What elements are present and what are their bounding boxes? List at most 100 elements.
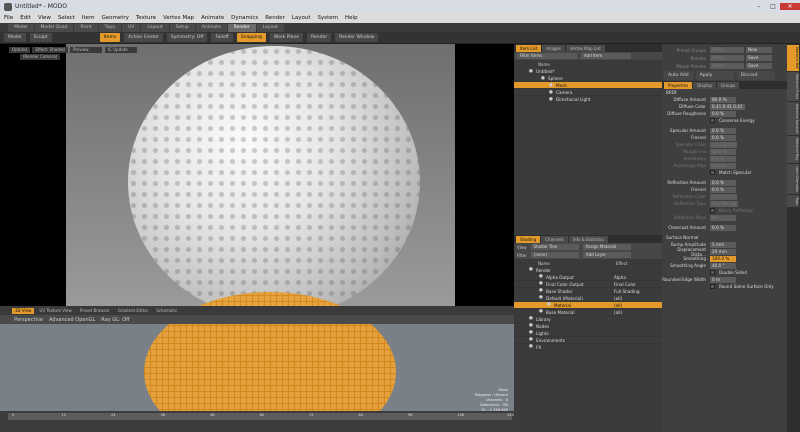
viewport-option-2[interactable]: Ray GL: Off — [101, 317, 129, 323]
apply-button[interactable]: Apply — [695, 71, 734, 80]
property-value[interactable]: 0.0 % — [710, 224, 736, 231]
vertical-tab-0[interactable]: Material Ref — [787, 45, 799, 71]
eye-icon[interactable]: ● — [548, 97, 554, 103]
item-row[interactable]: ● Untitled* — [514, 68, 662, 75]
shader-row[interactable]: ● Final Color Output Final Color — [514, 281, 662, 288]
shader-row[interactable]: ● Environments — [514, 337, 662, 344]
property-value[interactable]: 64 — [710, 214, 736, 221]
auto-add-button[interactable]: Auto Add — [664, 71, 693, 80]
sculpt-button[interactable]: Sculpt — [29, 33, 52, 42]
action-center-dropdown[interactable]: Action Center — [124, 33, 163, 42]
render-window-button[interactable]: Render Window — [335, 33, 379, 42]
viewport-effect-dropdown[interactable]: Effect: Shaded — [32, 47, 68, 53]
menu-dynamics[interactable]: Dynamics — [231, 15, 258, 21]
add-item-button[interactable]: Add Item — [581, 53, 631, 59]
item-row[interactable]: ● Sphere — [514, 75, 662, 82]
eye-icon[interactable]: ● — [546, 302, 552, 308]
property-value[interactable]: 0.0 % — [710, 134, 736, 141]
properties-tab-2[interactable]: Groups — [716, 81, 740, 89]
menu-vertex-map[interactable]: Vertex Map — [163, 15, 194, 21]
eye-icon[interactable]: ● — [538, 288, 544, 294]
shader-row[interactable]: ● Material (all) — [514, 302, 662, 309]
menu-render[interactable]: Render — [265, 15, 285, 21]
eye-icon[interactable]: ● — [538, 309, 544, 315]
bottom-tab-0[interactable]: 3D View — [12, 307, 35, 314]
vertical-tab-5[interactable]: Tags — [787, 194, 799, 207]
layout-tab-7[interactable]: Animate — [195, 23, 227, 32]
preset-select[interactable]: Select — [710, 55, 744, 61]
layout-tab-2[interactable]: Paint — [74, 23, 98, 32]
vertical-tab-2[interactable]: Material Subsurf — [787, 101, 799, 136]
property-value[interactable]: 100.0 % — [710, 255, 736, 262]
layout-tab-1[interactable]: Model Quad — [34, 23, 74, 32]
vertical-tab-4[interactable]: User Channels — [787, 163, 799, 194]
shading-tab-2[interactable]: Info & Statistics — [568, 235, 609, 243]
property-value[interactable]: 0.41 0.41 0.41 — [710, 103, 745, 110]
shader-row[interactable]: ● Default (Material) (all) — [514, 295, 662, 302]
item-list-tab-1[interactable]: Images — [542, 44, 565, 52]
shader-row[interactable]: ● FX — [514, 344, 662, 351]
ic-update-button[interactable]: IC Update — [105, 47, 137, 53]
property-value[interactable]: 1.0 1.0 1.0 — [710, 193, 737, 200]
eye-icon[interactable]: ● — [528, 316, 534, 322]
shader-row[interactable]: ● Base Material (all) — [514, 309, 662, 316]
shader-row[interactable]: ● Render — [514, 267, 662, 274]
eye-icon[interactable]: ● — [538, 281, 544, 287]
snapping-button[interactable]: Snapping — [236, 33, 266, 42]
property-value[interactable]: 1.0 1.0 1.0 — [710, 141, 737, 148]
checkbox[interactable] — [710, 208, 715, 213]
menu-system[interactable]: System — [318, 15, 339, 21]
shading-tab-1[interactable]: Channels — [541, 235, 568, 243]
property-value[interactable]: 0.0 % — [710, 179, 736, 186]
item-filter-field[interactable]: Filter Items — [517, 53, 577, 59]
item-row[interactable]: ● Directional Light — [514, 96, 662, 103]
bottom-tab-2[interactable]: Preset Browser — [76, 307, 113, 314]
property-value[interactable]: 0.0 % — [710, 127, 736, 134]
render-button[interactable]: Render — [307, 33, 332, 42]
shader-row[interactable]: ● Lights — [514, 330, 662, 337]
property-value[interactable]: (none) — [710, 162, 736, 169]
checkbox[interactable] — [710, 270, 715, 275]
layout-tab-3[interactable]: Topo — [98, 23, 121, 32]
discard-button[interactable]: Discard — [736, 71, 775, 80]
items-button[interactable]: Items — [99, 33, 121, 42]
viewport-camera-label[interactable]: (Render Camera) — [20, 54, 61, 60]
work-plane-button[interactable]: Work Plane — [269, 33, 304, 42]
minimize-button[interactable]: – — [752, 3, 766, 10]
property-value[interactable]: 0.0 % — [710, 186, 736, 193]
eye-icon[interactable]: ● — [528, 344, 534, 350]
bottom-tab-1[interactable]: UV Texture View — [36, 307, 75, 314]
vertical-tab-1[interactable]: Material Trans — [787, 71, 799, 101]
viewport-options-button[interactable]: Options — [9, 47, 31, 53]
menu-geometry[interactable]: Geometry — [101, 15, 128, 21]
add-layer-button[interactable]: Add Layer — [582, 252, 631, 258]
layout-tab-9[interactable]: Layout — [256, 23, 284, 32]
shader-row[interactable]: ● Nodes — [514, 323, 662, 330]
preset-select[interactable]: Select — [710, 47, 744, 53]
vertical-tab-3[interactable]: Material Ray — [787, 136, 799, 163]
eye-icon[interactable]: ● — [538, 295, 544, 301]
preset-action[interactable]: New — [746, 47, 772, 53]
menu-file[interactable]: File — [4, 15, 13, 21]
menu-select[interactable]: Select — [58, 15, 75, 21]
eye-icon[interactable]: ● — [528, 69, 534, 75]
maximize-button[interactable]: □ — [766, 3, 780, 10]
property-value[interactable]: 5 mm — [710, 241, 736, 248]
checkbox[interactable] — [710, 118, 715, 123]
item-row[interactable]: ● Camera — [514, 89, 662, 96]
property-value[interactable]: 40.0 ° — [710, 262, 736, 269]
eye-icon[interactable]: ● — [528, 267, 534, 273]
shader-row[interactable]: ● Library — [514, 316, 662, 323]
menu-view[interactable]: View — [38, 15, 51, 21]
shader-tree-dropdown[interactable]: Shader Tree — [530, 244, 579, 250]
menu-help[interactable]: Help — [345, 15, 358, 21]
timeline-ruler[interactable]: 0 12 24 36 48 60 72 84 96 108 120 — [8, 413, 514, 420]
properties-tab-1[interactable]: Display — [693, 81, 716, 89]
preview-button[interactable]: Preview — [70, 47, 102, 53]
property-value[interactable]: 20 mm — [710, 248, 736, 255]
eye-icon[interactable]: ● — [528, 330, 534, 336]
layout-tab-4[interactable]: UV — [121, 23, 141, 32]
bottom-tab-4[interactable]: Schematic — [153, 307, 181, 314]
preset-action[interactable]: Save — [746, 63, 772, 69]
layout-tab-6[interactable]: Setup — [169, 23, 195, 32]
